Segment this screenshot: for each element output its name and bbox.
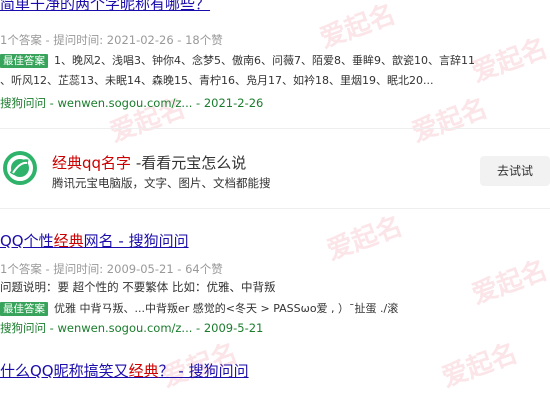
best-answer-badge: 最佳答案 [0,54,48,68]
result-title-link[interactable]: 简单干净的两个字昵称有哪些？ [0,0,210,13]
answer-text-cont: 、听风12、芷蕊13、未眠14、森晚15、青柠16、凫月17、如衿18、里烟19… [0,74,434,87]
divider [0,208,550,209]
result-meta: 1个答案 - 提问时间: 2021-02-26 - 18个赞 [0,33,223,47]
result-source[interactable]: 搜狗问问 - wenwen.sogou.com/z... - 2009-5-21 [0,320,263,336]
question-desc: 问题说明：要 超个性的 不要繁体 比如：优雅、中背叛 [0,279,275,296]
source-brand: 搜狗问问 [0,96,46,110]
result-title-link[interactable]: QQ个性经典网名 - 搜狗问问 [0,232,189,250]
watermark: 爱起名 [438,338,522,394]
ad-title-link[interactable]: 经典qq名字 -看看元宝怎么说 [52,152,246,173]
result-title-link[interactable]: 什么QQ昵称搞笑又经典？ - 搜狗问问 [0,362,249,380]
yuanbao-logo-icon [3,151,37,185]
try-button[interactable]: 去试试 [480,156,550,186]
answer-text: 优雅 中背ㄢ叛、...中背叛er 感觉的<冬天 > PASSωο爱 , ）ˉ扯蛋… [54,302,399,315]
question-label: 问题说明： [0,280,58,294]
best-answer: 最佳答案 1、晚风2、浅唱3、钟你4、念梦5、傲南6、问薇7、陌爱8、垂眸9、歆瓷… [0,52,550,69]
watermark: 爱起名 [408,93,492,149]
result-meta: 1个答案 - 提问时间: 2009-05-21 - 64个赞 [0,262,223,276]
divider [0,128,550,129]
result-source[interactable]: 搜狗问问 - wenwen.sogou.com/z... - 2021-2-26 [0,95,263,111]
source-url: - wenwen.sogou.com/z... - 2021-2-26 [46,96,264,110]
ad-description: 腾讯元宝电脑版，文字、图片、文档都能搜 [52,176,271,190]
watermark: 爱起名 [323,211,407,267]
question-text: 要 超个性的 不要繁体 比如：优雅、中背叛 [57,280,276,294]
answer-text: 1、晚风2、浅唱3、钟你4、念梦5、傲南6、问薇7、陌爱8、垂眸9、歆瓷10、言… [54,54,475,67]
best-answer-badge: 最佳答案 [0,302,48,316]
best-answer: 最佳答案 优雅 中背ㄢ叛、...中背叛er 感觉的<冬天 > PASSωο爱 , … [0,300,550,317]
source-brand: 搜狗问问 [0,321,46,335]
watermark: 爱起名 [316,0,400,55]
source-url: - wenwen.sogou.com/z... - 2009-5-21 [46,321,264,335]
